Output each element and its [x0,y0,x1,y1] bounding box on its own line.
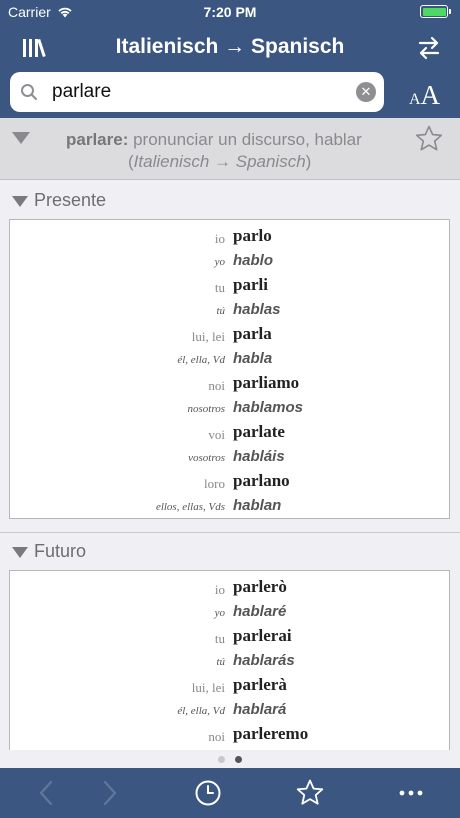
conjugation-row-es: ellos, ellas, Vds hablan [10,494,449,519]
collapse-triangle-icon[interactable] [12,547,28,558]
search-row: parlare ✕ AA [0,72,460,114]
main-content: parlare: pronunciar un discurso, hablar … [0,118,460,750]
star-icon[interactable] [414,124,444,154]
page-dot[interactable] [218,756,225,763]
history-icon[interactable] [193,778,223,808]
conjugation-row-it: noi parliamo [10,371,449,396]
conjugation-table-presente: io parlo yo hablo tu parli tú hablas lui, le… [9,219,450,519]
conjugation-row-it: tu parlerai [10,624,449,649]
pronoun-es: vosotros [188,451,225,464]
conjugation-row-es: yo hablaré [10,600,449,625]
font-size-small-glyph: A [408,91,421,108]
more-icon[interactable] [396,778,426,808]
conjugation-row-es: él, ella, Vd hablará [10,698,449,723]
entry-direction-text: (Italienisch → Spanisch) [128,152,312,171]
verb-it: parlerò [233,577,287,596]
conjugation-row-es: tú hablarás [10,649,449,674]
page-dot-active[interactable] [235,756,242,763]
entry-direction: (Italienisch → Spanisch) [128,152,311,172]
conjugation-row-it: io parlerò [10,575,449,600]
conjugation-row-it: lui, lei parlerà [10,673,449,698]
pronoun-it: io [214,231,225,246]
verb-es: hablará [233,700,287,718]
back-icon[interactable] [32,778,62,808]
pronoun-it: voi [208,427,225,442]
clock: 7:20 PM [203,4,257,20]
verb-es: habláis [233,447,285,465]
conjugation-row-es: tú hablas [10,298,449,323]
section-header-futuro[interactable]: Futuro [0,535,460,569]
pronoun-es: ellos, ellas, Vds [155,500,225,513]
verb-it: parli [233,275,268,294]
bottom-toolbar [0,768,460,818]
font-size-button[interactable]: AA [409,80,440,111]
conjugation-row-es: yo hablo [10,249,449,274]
verb-it: parlerai [233,626,292,645]
pronoun-es: yo [214,606,225,619]
pronoun-it: tu [214,631,225,646]
favorites-icon[interactable] [295,778,325,808]
search-query[interactable]: parlare [52,81,111,103]
pronoun-es: él, ella, Vd [177,353,225,366]
page-title: Italienisch → Spanisch [115,35,345,58]
verb-es: habla [233,349,273,367]
pronoun-es: tú [216,655,225,668]
verb-es: hablamos [233,398,304,416]
page-indicator[interactable] [0,750,460,768]
section-header-presente[interactable]: Presente [0,184,460,218]
conjugation-row-es: vosotros habláis [10,445,449,470]
conjugation-row-es: él, ella, Vd habla [10,347,449,372]
status-bar: Carrier 7:20 PM [0,0,460,24]
conjugation-table-futuro: io parlerò yo hablaré tu parlerai tú hablará… [9,570,450,750]
verb-es: hablaré [233,602,287,620]
verb-it: parla [233,324,272,343]
collapse-triangle-icon[interactable] [12,196,28,207]
conjugation-row-it: tu parli [10,273,449,298]
verb-es: hablarás [233,651,295,669]
verb-es: hablan [233,496,282,514]
section-divider [0,532,460,533]
navigation-bar: Italienisch → Spanisch [0,28,460,68]
verb-it: parlano [233,471,290,490]
pronoun-es: yo [214,255,225,268]
entry-header[interactable]: parlare: pronunciar un discurso, hablar … [0,118,460,180]
verb-it: parlerà [233,675,287,694]
battery-icon [420,5,451,18]
font-size-big-glyph: A [420,80,441,110]
entry-definition: pronunciar un discurso, hablar [128,130,362,149]
conjugation-row-it: loro parlano [10,469,449,494]
verb-es: hablas [233,300,281,318]
pronoun-it: loro [204,476,225,491]
pronoun-it: tu [214,280,225,295]
section-title: Futuro [34,541,87,561]
pronoun-es: nosotros [187,402,226,415]
entry-summary: parlare: pronunciar un discurso, hablar [66,130,362,149]
pronoun-es: él, ella, Vd [177,704,225,717]
forward-icon[interactable] [94,778,124,808]
clear-icon[interactable]: ✕ [356,82,376,102]
collapse-triangle-icon[interactable] [12,132,30,144]
pronoun-es: tú [216,304,225,317]
pronoun-it: noi [208,729,225,744]
conjugation-row-it: io parlo [10,224,449,249]
conjugation-row-it: lui, lei parla [10,322,449,347]
pronoun-it: lui, lei [191,680,225,695]
swap-direction-icon[interactable] [416,34,442,62]
pronoun-it: io [214,582,225,597]
section-title: Presente [34,190,107,210]
verb-it: parlate [233,422,285,441]
conjugation-row-it: noi parleremo [10,722,449,747]
verb-it: parlo [233,226,272,245]
conjugation-row-es: nosotros hablamos [10,396,449,421]
entry-headword: parlare [66,130,123,149]
search-input[interactable]: parlare ✕ [10,72,384,112]
pronoun-it: lui, lei [191,329,225,344]
verb-es: hablo [233,251,273,269]
verb-it: parliamo [233,373,300,392]
conjugation-row-it: voi parlate [10,420,449,445]
search-icon [21,84,37,100]
verb-it: parleremo [233,724,309,743]
pronoun-it: noi [208,378,225,393]
